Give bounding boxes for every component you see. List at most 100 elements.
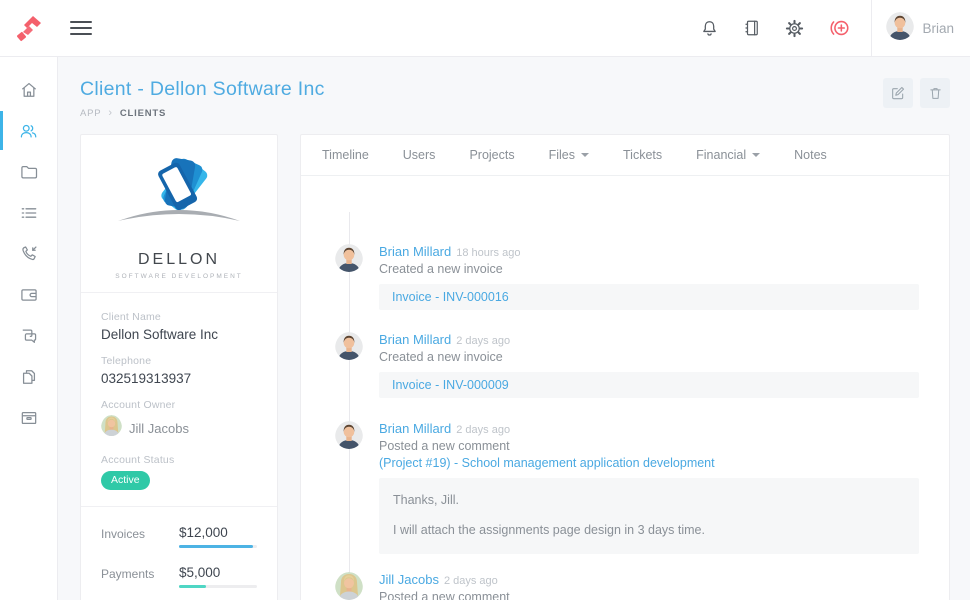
owner-name[interactable]: Jill Jacobs: [129, 421, 189, 436]
tab-bar: Timeline Users Projects Files Tickets Fi…: [301, 135, 949, 176]
status-badge: Active: [101, 471, 150, 490]
telephone-field: Telephone 032519313937: [101, 355, 257, 386]
tab-users[interactable]: Users: [403, 148, 436, 162]
timeline-entry: Jill Jacobs2 days ago Posted a new comme…: [301, 572, 949, 600]
field-label: Telephone: [101, 355, 257, 367]
entry-user-link[interactable]: Brian Millard: [379, 332, 451, 347]
quick-add-icon[interactable]: [828, 17, 851, 39]
sidebar-item-home[interactable]: [0, 69, 57, 110]
address-book-icon[interactable]: [743, 18, 761, 38]
edit-pencil-icon: [890, 85, 906, 101]
stat-label: Invoices: [101, 525, 179, 548]
dellon-logo-image: [104, 149, 254, 244]
delete-client-button[interactable]: [920, 78, 950, 108]
entry-user-avatar[interactable]: [335, 244, 363, 277]
tab-label: Notes: [794, 148, 827, 162]
project-link[interactable]: (Project #19) - School management applic…: [379, 456, 919, 470]
field-label: Account Owner: [101, 399, 257, 411]
timeline-entry: Brian Millard2 days ago Posted a new com…: [301, 421, 949, 554]
invoice-link[interactable]: Invoice - INV-000009: [392, 378, 906, 392]
breadcrumb-root[interactable]: APP: [80, 108, 101, 119]
tab-files[interactable]: Files: [549, 148, 589, 162]
entry-action-text: Posted a new comment: [379, 590, 919, 600]
user-menu[interactable]: Brian: [872, 0, 970, 57]
tab-financial[interactable]: Financial: [696, 148, 760, 162]
tab-tickets[interactable]: Tickets: [623, 148, 662, 162]
sidebar-item-calls[interactable]: [0, 233, 57, 274]
brand-logo-icon: [14, 13, 44, 43]
stat-label: Payments: [101, 565, 179, 588]
user-avatar[interactable]: [886, 12, 914, 45]
trash-icon: [928, 85, 943, 101]
menu-hamburger-icon[interactable]: [70, 17, 92, 39]
entry-user-link[interactable]: Brian Millard: [379, 244, 451, 259]
sidebar-item-messages[interactable]: [0, 315, 57, 356]
entry-user-avatar[interactable]: [335, 572, 363, 600]
entry-user-link[interactable]: Brian Millard: [379, 421, 451, 436]
breadcrumb: APP › CLIENTS: [80, 108, 325, 119]
payments-wallet-icon: [19, 285, 39, 305]
tab-notes[interactable]: Notes: [794, 148, 827, 162]
tab-label: Tickets: [623, 148, 662, 162]
progress-fill: [179, 585, 206, 588]
edit-client-button[interactable]: [883, 78, 913, 108]
progress-track: [179, 585, 257, 588]
projects-folder-icon: [19, 162, 39, 182]
notifications-bell-icon[interactable]: [700, 18, 719, 39]
sidebar-item-archive[interactable]: [0, 397, 57, 438]
page-head: Client - Dellon Software Inc APP › CLIEN…: [80, 78, 950, 119]
entry-action-text: Created a new invoice: [379, 262, 919, 276]
app-window: Brian: [0, 0, 970, 600]
entry-invoice-box: Invoice - INV-000016: [379, 284, 919, 310]
entry-timestamp: 2 days ago: [456, 335, 510, 347]
progress-track: [179, 545, 257, 548]
stat-row-payments: Payments $5,000: [101, 565, 257, 588]
client-summary-card: DELLON SOFTWARE DEVELOPMENT Client Name …: [80, 134, 278, 600]
sidebar-item-clients[interactable]: [0, 110, 57, 151]
clients-users-icon: [18, 121, 39, 141]
account-owner-field: Account Owner: [101, 399, 257, 441]
page-actions: [883, 78, 950, 108]
calls-phone-icon: [19, 244, 39, 264]
breadcrumb-current: CLIENTS: [120, 108, 166, 119]
chevron-right-icon: ›: [108, 109, 112, 118]
entry-user-avatar[interactable]: [335, 332, 363, 365]
documents-copy-icon: [19, 367, 39, 387]
timeline-entry: Brian Millard18 hours ago Created a new …: [301, 244, 949, 310]
app-logo[interactable]: [0, 13, 58, 43]
caret-down-icon: [752, 153, 760, 157]
messages-chat-icon: [19, 326, 39, 346]
entry-invoice-box: Invoice - INV-000009: [379, 372, 919, 398]
tab-label: Projects: [469, 148, 514, 162]
tab-projects[interactable]: Projects: [469, 148, 514, 162]
sidebar-item-projects[interactable]: [0, 151, 57, 192]
left-sidebar: [0, 57, 58, 600]
sidebar-item-documents[interactable]: [0, 356, 57, 397]
client-logo-tagline: SOFTWARE DEVELOPMENT: [91, 273, 267, 280]
client-detail-card: Timeline Users Projects Files Tickets Fi…: [300, 134, 950, 600]
comment-text: I will attach the assignments page desig…: [393, 522, 905, 538]
invoice-link[interactable]: Invoice - INV-000016: [392, 290, 906, 304]
tab-label: Users: [403, 148, 436, 162]
entry-comment-box: Thanks, Jill. I will attach the assignme…: [379, 478, 919, 554]
tab-timeline[interactable]: Timeline: [322, 148, 369, 162]
client-name-field: Client Name Dellon Software Inc: [101, 311, 257, 342]
stat-value: $5,000: [179, 565, 257, 580]
page-title: Client - Dellon Software Inc: [80, 78, 325, 101]
entry-action-text: Created a new invoice: [379, 350, 919, 364]
settings-gear-icon[interactable]: [785, 19, 804, 38]
sidebar-item-tasks[interactable]: [0, 192, 57, 233]
owner-avatar[interactable]: [101, 415, 122, 441]
entry-user-avatar[interactable]: [335, 421, 363, 454]
telephone-value: 032519313937: [101, 371, 257, 386]
entry-user-link[interactable]: Jill Jacobs: [379, 572, 439, 587]
tab-label: Financial: [696, 148, 746, 162]
client-logo: DELLON SOFTWARE DEVELOPMENT: [81, 135, 277, 293]
top-header: Brian: [0, 0, 970, 57]
timeline: Brian Millard18 hours ago Created a new …: [301, 176, 949, 600]
client-logo-name: DELLON: [91, 251, 267, 269]
sidebar-item-payments[interactable]: [0, 274, 57, 315]
caret-down-icon: [581, 153, 589, 157]
header-icon-group: [700, 17, 851, 39]
entry-action-text: Posted a new comment: [379, 439, 919, 453]
